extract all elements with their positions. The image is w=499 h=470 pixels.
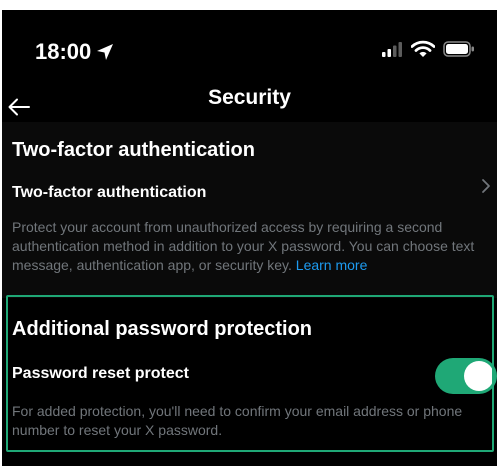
two-factor-description: Protect your account from unauthorized a… (12, 218, 494, 275)
highlight-frame (6, 295, 494, 452)
chevron-right-icon (482, 179, 490, 193)
page-title: Security (208, 86, 291, 109)
signal-icon (381, 41, 403, 57)
two-factor-description-text: Protect your account from unauthorized a… (12, 219, 475, 273)
status-icons (373, 40, 475, 58)
wifi-icon (411, 40, 435, 58)
location-arrow-icon (97, 43, 114, 60)
two-factor-row[interactable]: Two-factor authentication (12, 184, 206, 202)
status-time-text: 18:00 (35, 39, 92, 64)
status-time: 18:00 (35, 39, 114, 65)
battery-icon (443, 41, 475, 57)
learn-more-link[interactable]: Learn more (296, 257, 368, 273)
two-factor-chevron[interactable] (481, 178, 491, 199)
two-factor-section: Two-factor authentication Two-factor aut… (2, 122, 497, 300)
phone-screen: 18:00 Security Two-factor authentication… (2, 10, 497, 466)
two-factor-section-title: Two-factor authentication (12, 139, 255, 161)
